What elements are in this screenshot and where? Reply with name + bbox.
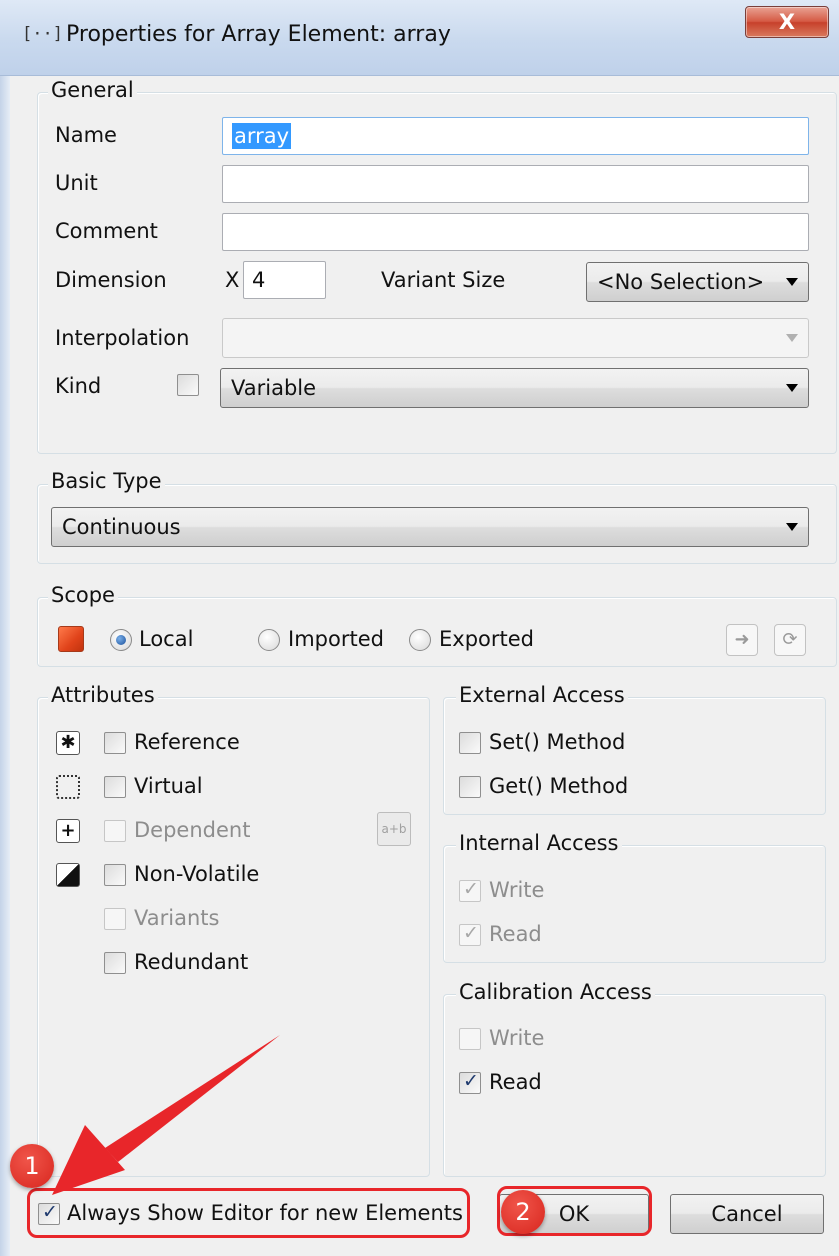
variant-size-value: <No Selection>	[597, 270, 765, 294]
variant-size-label: Variant Size	[381, 268, 506, 292]
kind-checkbox[interactable]	[177, 374, 199, 396]
virtual-label: Virtual	[134, 774, 203, 798]
scope-color-swatch[interactable]	[58, 626, 84, 652]
virtual-checkbox[interactable]	[104, 776, 126, 798]
variants-label: Variants	[134, 906, 220, 930]
chevron-down-icon	[786, 523, 798, 531]
comment-label: Comment	[55, 219, 158, 243]
external-access-legend: External Access	[456, 683, 628, 707]
basic-type-select[interactable]: Continuous	[51, 507, 809, 547]
basic-type-value: Continuous	[62, 515, 181, 539]
unit-label: Unit	[55, 171, 98, 195]
refresh-icon[interactable]: ⟳	[774, 624, 806, 656]
dimension-x-label: X	[225, 268, 240, 292]
name-input[interactable]: array	[222, 117, 809, 155]
title-bar: [··] Properties for Array Element: array…	[0, 0, 839, 76]
close-button[interactable]: X	[745, 6, 829, 38]
cancel-button-label: Cancel	[711, 1202, 783, 1226]
scope-imported-label: Imported	[288, 627, 384, 651]
interpolation-select[interactable]	[222, 318, 809, 358]
scope-exported-radio[interactable]	[409, 629, 431, 651]
scope-imported-radio[interactable]	[258, 629, 280, 651]
unit-input[interactable]	[222, 165, 809, 203]
chevron-down-icon	[786, 334, 798, 342]
redundant-label: Redundant	[134, 950, 249, 974]
window-title: Properties for Array Element: array	[66, 22, 451, 47]
scope-local-radio[interactable]	[110, 629, 132, 651]
kind-value: Variable	[231, 376, 317, 400]
calibration-read-label: Read	[489, 1070, 542, 1094]
internal-read-label: Read	[489, 922, 542, 946]
array-element-icon: [··]	[22, 24, 63, 44]
name-input-value: array	[232, 123, 292, 149]
redundant-checkbox[interactable]	[104, 952, 126, 974]
comment-input[interactable]	[222, 213, 809, 251]
general-legend: General	[48, 78, 137, 102]
triangle-icon	[56, 863, 80, 887]
non-volatile-label: Non-Volatile	[134, 862, 260, 886]
calibration-access-legend: Calibration Access	[456, 980, 655, 1004]
dependent-checkbox[interactable]	[104, 820, 126, 842]
kind-label: Kind	[55, 374, 102, 398]
dimension-input-value: 4	[252, 268, 266, 292]
basic-type-legend: Basic Type	[48, 469, 165, 493]
asterisk-icon: ✱	[56, 731, 80, 755]
get-method-checkbox[interactable]	[459, 776, 481, 798]
formula-icon[interactable]: a+b	[377, 812, 411, 846]
attributes-group	[37, 697, 430, 1177]
reference-checkbox[interactable]	[104, 732, 126, 754]
always-show-highlight	[27, 1188, 470, 1238]
internal-write-checkbox[interactable]: ✓	[459, 878, 481, 902]
annotation-badge-1: 1	[10, 1144, 54, 1188]
chevron-down-icon	[786, 384, 798, 392]
interpolation-label: Interpolation	[55, 326, 190, 350]
scope-local-label: Local	[139, 627, 194, 651]
plus-icon: +	[56, 819, 80, 843]
chevron-down-icon	[786, 278, 798, 286]
kind-select[interactable]: Variable	[220, 368, 809, 408]
get-method-label: Get() Method	[489, 774, 629, 798]
variants-checkbox[interactable]	[104, 908, 126, 930]
dependent-label: Dependent	[134, 818, 251, 842]
reference-label: Reference	[134, 730, 240, 754]
internal-write-label: Write	[489, 878, 545, 902]
set-method-checkbox[interactable]	[459, 732, 481, 754]
dimension-input[interactable]: 4	[243, 261, 326, 299]
dimension-label: Dimension	[55, 268, 167, 292]
navigate-icon[interactable]: ➜	[726, 624, 758, 656]
name-label: Name	[55, 123, 117, 147]
annotation-badge-2: 2	[501, 1190, 545, 1234]
window-border	[0, 76, 10, 1256]
variant-size-select[interactable]: <No Selection>	[586, 262, 809, 302]
attributes-legend: Attributes	[48, 683, 158, 707]
calibration-read-checkbox[interactable]: ✓	[459, 1070, 481, 1094]
internal-read-checkbox[interactable]: ✓	[459, 922, 481, 946]
dashed-box-icon	[56, 775, 80, 799]
scope-legend: Scope	[48, 583, 118, 607]
set-method-label: Set() Method	[489, 730, 626, 754]
cancel-button[interactable]: Cancel	[670, 1194, 824, 1234]
calibration-write-label: Write	[489, 1026, 545, 1050]
internal-access-legend: Internal Access	[456, 831, 622, 855]
calibration-write-checkbox[interactable]	[459, 1028, 481, 1050]
non-volatile-checkbox[interactable]	[104, 864, 126, 886]
scope-exported-label: Exported	[439, 627, 534, 651]
